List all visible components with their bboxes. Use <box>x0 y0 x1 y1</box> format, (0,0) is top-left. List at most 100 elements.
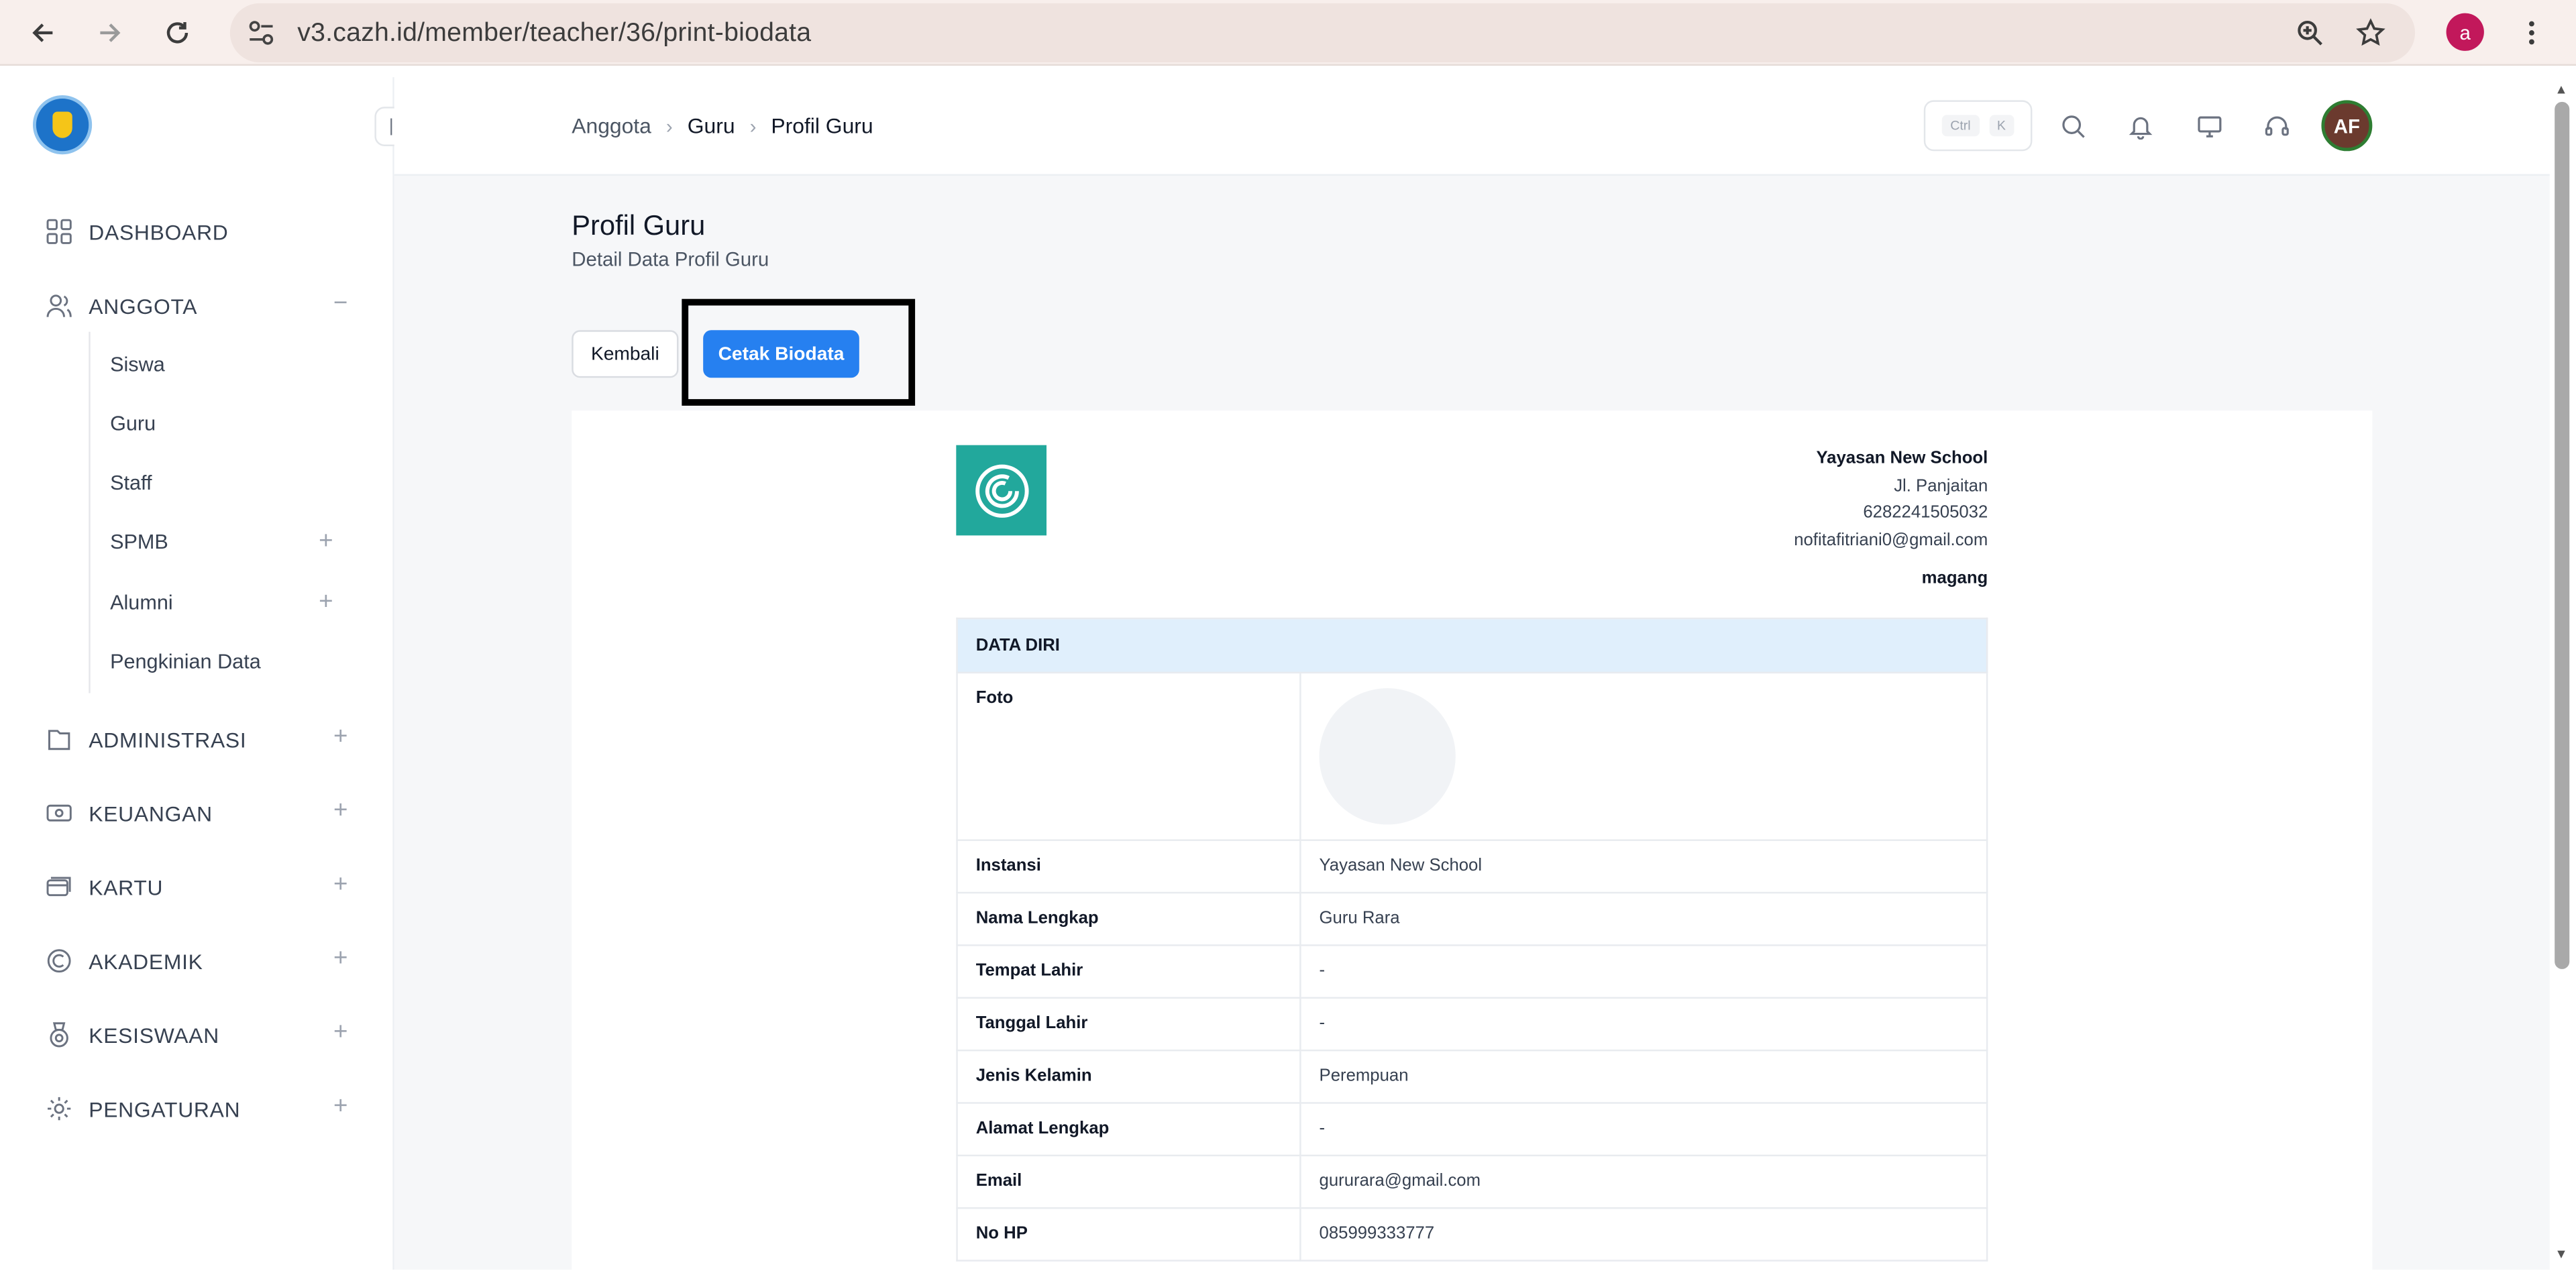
scroll-down-icon[interactable]: ▼ <box>2555 1247 2567 1262</box>
site-settings-icon[interactable] <box>246 18 276 56</box>
users-icon <box>44 292 72 320</box>
biodata-table: DATA DIRI Foto Instansi Yayasan New Schoo… <box>956 617 1988 1262</box>
bell-icon[interactable] <box>2126 112 2155 142</box>
back-arrow-icon[interactable] <box>21 11 64 54</box>
sidebar-subitem-staff[interactable]: Staff <box>110 471 152 494</box>
sidebar: |‹ DASHBOARD ANGGOTA − Siswa Guru Staff … <box>0 77 415 1270</box>
top-header: Anggota › Guru › Profil Guru Ctrl K AF <box>394 77 2550 176</box>
breadcrumb-guru[interactable]: Guru <box>688 113 735 138</box>
field-label: Nama Lengkap <box>956 891 1301 946</box>
sidebar-item-kartu[interactable]: KARTU + <box>44 869 348 905</box>
folder-icon <box>44 725 72 753</box>
sidebar-item-anggota[interactable]: ANGGOTA − <box>44 288 348 324</box>
sidebar-item-label: PENGATURAN <box>89 1096 241 1121</box>
field-value: Yayasan New School <box>1299 839 1988 894</box>
user-avatar[interactable]: AF <box>2321 100 2373 152</box>
sidebar-item-keuangan[interactable]: KEUANGAN + <box>44 795 348 831</box>
table-row: Tempat Lahir - <box>956 944 1988 999</box>
sidebar-item-label: KARTU <box>89 875 164 899</box>
expand-toggle-icon[interactable]: + <box>333 797 348 825</box>
scrollbar-thumb[interactable] <box>2555 101 2570 969</box>
sidebar-item-pengaturan[interactable]: PENGATURAN + <box>44 1091 348 1127</box>
command-palette-button[interactable]: Ctrl K <box>1923 100 2033 152</box>
sidebar-subitem-spmb[interactable]: SPMB <box>110 531 168 553</box>
zoom-icon[interactable] <box>2288 11 2331 54</box>
sidebar-item-label: KEUANGAN <box>89 800 213 826</box>
table-row: Email gururara@gmail.com <box>956 1154 1988 1209</box>
sidebar-subitem-alumni[interactable]: Alumni <box>110 592 173 614</box>
browser-menu-icon[interactable] <box>2510 11 2553 54</box>
browser-profile-avatar[interactable]: a <box>2446 13 2484 51</box>
table-row: Instansi Yayasan New School <box>956 839 1988 894</box>
field-label: Foto <box>956 671 1301 841</box>
page-scrollbar[interactable]: ▲ ▼ <box>2549 77 2576 1270</box>
field-label: Instansi <box>956 839 1301 894</box>
expand-toggle-icon[interactable]: + <box>333 1093 348 1121</box>
table-row: Alamat Lengkap - <box>956 1102 1988 1157</box>
sidebar-item-akademik[interactable]: AKADEMIK + <box>44 943 348 979</box>
grid-icon <box>44 217 72 245</box>
search-icon[interactable] <box>2059 112 2088 142</box>
field-value: - <box>1299 944 1988 999</box>
chevron-right-icon: › <box>665 114 673 137</box>
sidebar-item-label: KESISWAAN <box>89 1022 219 1048</box>
expand-toggle-icon[interactable]: + <box>333 723 348 751</box>
reload-icon[interactable] <box>156 11 199 54</box>
school-email: nofitafitriani0@gmail.com <box>1794 529 1988 550</box>
app-logo[interactable] <box>32 95 93 155</box>
table-row: No HP 085999333777 <box>956 1207 1988 1262</box>
expand-toggle-icon[interactable]: + <box>333 944 348 972</box>
address-bar[interactable]: v3.cazh.id/member/teacher/36/print-bioda… <box>229 3 2416 63</box>
field-value: gururara@gmail.com <box>1299 1154 1988 1209</box>
swirl-logo-icon <box>974 463 1028 517</box>
school-name: Yayasan New School <box>1816 448 1988 468</box>
expand-toggle-icon[interactable]: + <box>319 527 333 555</box>
field-label: Jenis Kelamin <box>956 1049 1301 1104</box>
sidebar-subitem-guru[interactable]: Guru <box>110 412 156 435</box>
headset-icon[interactable] <box>2262 112 2292 142</box>
shortcut-k: K <box>1988 115 2015 137</box>
profile-photo-placeholder <box>1319 688 1456 825</box>
scroll-up-icon[interactable]: ▲ <box>2555 82 2567 97</box>
table-row: Tanggal Lahir - <box>956 997 1988 1052</box>
table-row: Nama Lengkap Guru Rara <box>956 891 1988 946</box>
section-title: DATA DIRI <box>956 617 1988 674</box>
sidebar-item-label: ADMINISTRASI <box>89 726 247 752</box>
bookmark-star-icon[interactable] <box>2349 11 2392 54</box>
sidebar-item-kesiswaan[interactable]: KESISWAAN + <box>44 1017 348 1053</box>
expand-toggle-icon[interactable]: + <box>333 1018 348 1046</box>
sidebar-item-label: ANGGOTA <box>89 293 198 318</box>
expand-toggle-icon[interactable]: + <box>333 871 348 899</box>
breadcrumb: Anggota › Guru › Profil Guru <box>572 113 873 138</box>
page-title: Profil Guru <box>572 210 706 242</box>
field-value: Guru Rara <box>1299 891 1988 946</box>
sidebar-item-label: DASHBOARD <box>89 219 229 244</box>
print-biodata-button[interactable]: Cetak Biodata <box>703 330 859 378</box>
gear-icon <box>44 1095 72 1123</box>
card-icon <box>44 873 72 901</box>
back-button[interactable]: Kembali <box>572 330 679 378</box>
sidebar-item-dashboard[interactable]: DASHBOARD <box>44 213 348 249</box>
expand-toggle-icon[interactable]: + <box>319 588 333 616</box>
breadcrumb-anggota[interactable]: Anggota <box>572 113 651 138</box>
academic-icon <box>44 947 72 975</box>
field-label: No HP <box>956 1207 1301 1262</box>
submenu-divider <box>89 331 91 693</box>
url-text[interactable]: v3.cazh.id/member/teacher/36/print-bioda… <box>297 19 811 49</box>
school-phone: 6282241505032 <box>1863 502 1988 522</box>
monitor-icon[interactable] <box>2195 112 2224 142</box>
field-label: Tempat Lahir <box>956 944 1301 999</box>
collapse-toggle-icon[interactable]: − <box>333 289 348 317</box>
sidebar-subitem-pengkinian-data[interactable]: Pengkinian Data <box>110 651 261 673</box>
sidebar-item-label: AKADEMIK <box>89 948 203 974</box>
school-address: Jl. Panjaitan <box>1894 475 1988 496</box>
forward-arrow-icon[interactable] <box>89 11 131 54</box>
field-label: Alamat Lengkap <box>956 1102 1301 1157</box>
biodata-document: Yayasan New School Jl. Panjaitan 6282241… <box>572 410 2373 1281</box>
sidebar-subitem-siswa[interactable]: Siswa <box>110 353 165 376</box>
page-subtitle: Detail Data Profil Guru <box>572 247 769 272</box>
sidebar-item-administrasi[interactable]: ADMINISTRASI + <box>44 721 348 757</box>
shortcut-ctrl: Ctrl <box>1941 115 1979 137</box>
money-icon <box>44 799 72 827</box>
field-value: Perempuan <box>1299 1049 1988 1104</box>
